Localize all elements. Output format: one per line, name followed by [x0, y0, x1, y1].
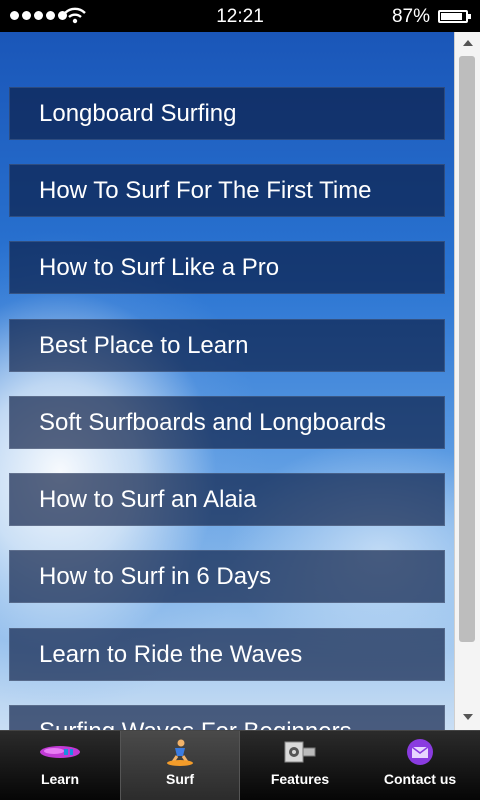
battery-percentage: 87% [391, 6, 430, 27]
menu-item-longboard-surfing[interactable]: Longboard Surfing [9, 87, 445, 140]
menu-item-label: How To Surf For The First Time [39, 176, 372, 204]
status-bar: 12:21 87% [0, 0, 480, 32]
tab-label: Surf [166, 771, 194, 787]
menu-item-soft-surfboards[interactable]: Soft Surfboards and Longboards [9, 396, 445, 449]
menu-item-label: Longboard Surfing [39, 99, 237, 127]
scroll-down-arrow-icon[interactable] [463, 714, 473, 720]
menu-item-label: Best Place to Learn [39, 331, 249, 359]
content-area[interactable]: Longboard Surfing How To Surf For The Fi… [0, 32, 480, 730]
menu-item-best-place[interactable]: Best Place to Learn [9, 319, 445, 372]
menu-item-surf-like-pro[interactable]: How to Surf Like a Pro [9, 241, 445, 294]
menu-item-label: How to Surf an Alaia [39, 485, 257, 513]
features-icon [278, 739, 322, 765]
menu-item-label: Surfing Waves For Beginners [10, 718, 352, 731]
menu-item-label: Learn to Ride the Waves [39, 640, 303, 668]
menu-item-first-time[interactable]: How To Surf For The First Time [9, 164, 445, 217]
surfboard-icon [38, 739, 82, 765]
menu-item-ride-waves[interactable]: Learn to Ride the Waves [9, 628, 445, 681]
scroll-up-arrow-icon[interactable] [463, 40, 473, 46]
menu-item-beginners[interactable]: Surfing Waves For Beginners [9, 705, 445, 730]
battery-icon [438, 10, 471, 23]
tab-label: Contact us [383, 771, 457, 787]
tab-features[interactable]: Features [240, 731, 360, 800]
menu-item-alaia[interactable]: How to Surf an Alaia [9, 473, 445, 526]
surfer-icon [158, 739, 202, 766]
scrollbar-thumb[interactable] [459, 56, 475, 642]
scrollbar[interactable] [454, 32, 480, 730]
menu-item-six-days[interactable]: How to Surf in 6 Days [9, 550, 445, 603]
tab-label: Learn [40, 771, 80, 787]
app-screen: 12:21 87% Longboard Surfing How To Surf … [0, 0, 480, 800]
tab-label: Features [270, 771, 330, 787]
mail-icon [398, 739, 442, 765]
tab-contact-us[interactable]: Contact us [360, 731, 480, 800]
tab-bar: Learn Surf Features Contact us [0, 730, 480, 800]
menu-item-label: How to Surf in 6 Days [39, 562, 272, 590]
tab-learn[interactable]: Learn [0, 731, 120, 800]
menu-item-label: Soft Surfboards and Longboards [39, 408, 386, 436]
tab-surf[interactable]: Surf [120, 731, 240, 800]
menu-item-label: How to Surf Like a Pro [39, 253, 280, 281]
